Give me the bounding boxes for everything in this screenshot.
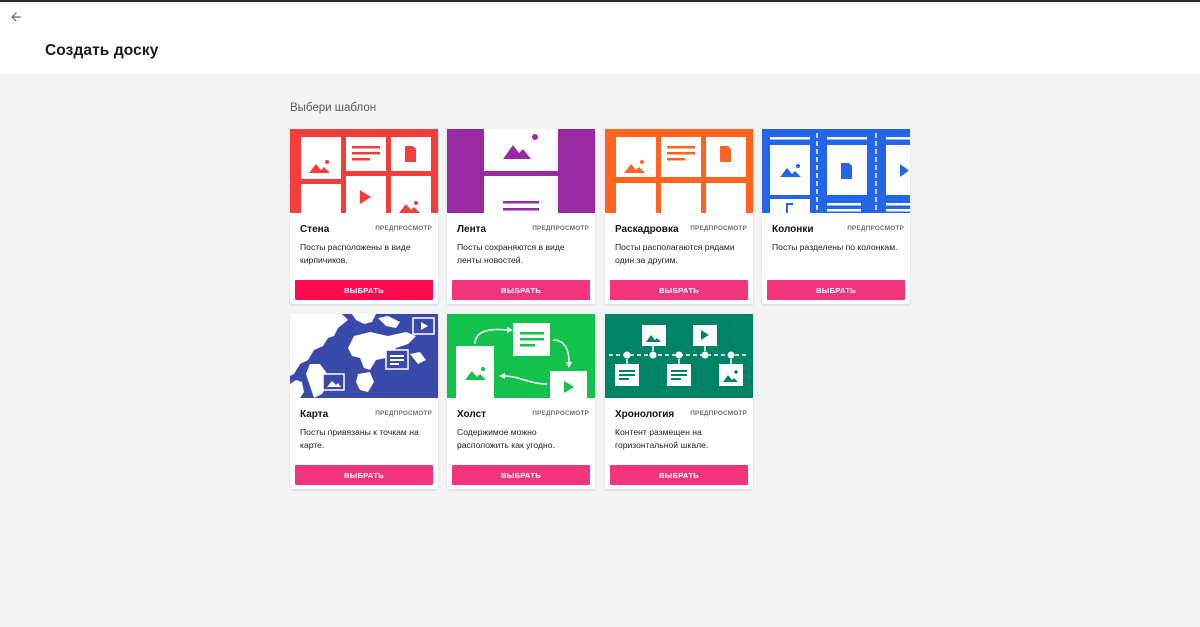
template-name: Карта (300, 409, 329, 420)
template-card-columns: Колонки ПРЕДПРОСМОТР Посты разделены по … (762, 129, 910, 304)
template-description: Посты привязаны к точкам на карте. (300, 427, 419, 450)
template-thumbnail-timeline[interactable] (605, 314, 753, 398)
template-description: Содержимое можно расположить как угодно. (457, 427, 555, 450)
select-button[interactable]: ВЫБРАТЬ (295, 280, 433, 300)
select-button[interactable]: ВЫБРАТЬ (452, 465, 590, 485)
template-card-timeline: Хронология ПРЕДПРОСМОТР Контент размещен… (605, 314, 753, 489)
select-button[interactable]: ВЫБРАТЬ (767, 280, 905, 300)
preview-link[interactable]: ПРЕДПРОСМОТР (690, 225, 747, 232)
template-description: Посты разделены по колонкам. (772, 242, 898, 252)
template-name: Холст (457, 409, 487, 420)
template-card-wall: Стена ПРЕДПРОСМОТР Посты расположены в в… (290, 129, 438, 304)
app-header: Создать доску (0, 2, 1200, 74)
page-title: Создать доску (45, 42, 159, 59)
back-button[interactable] (6, 7, 26, 27)
template-thumbnail-canvas[interactable] (447, 314, 595, 398)
template-description: Посты расположены в виде кирпичиков. (300, 242, 411, 265)
preview-link[interactable]: ПРЕДПРОСМОТР (375, 225, 432, 232)
template-thumbnail-storyboard[interactable] (605, 129, 753, 213)
template-card-stream: Лента ПРЕДПРОСМОТР Посты сохраняются в в… (447, 129, 595, 304)
template-description: Контент размещен на горизонтальной шкале… (615, 427, 709, 450)
select-button[interactable]: ВЫБРАТЬ (610, 465, 748, 485)
template-name: Хронология (615, 409, 675, 420)
preview-link[interactable]: ПРЕДПРОСМОТР (375, 410, 432, 417)
template-description: Посты располагаются рядами один за други… (615, 242, 735, 265)
template-thumbnail-columns[interactable] (762, 129, 910, 213)
template-description: Посты сохраняются в виде ленты новостей. (457, 242, 565, 265)
preview-link[interactable]: ПРЕДПРОСМОТР (847, 225, 904, 232)
preview-link[interactable]: ПРЕДПРОСМОТР (690, 410, 747, 417)
template-thumbnail-stream[interactable] (447, 129, 595, 213)
template-name: Стена (300, 224, 330, 235)
template-thumbnail-wall[interactable] (290, 129, 438, 213)
preview-link[interactable]: ПРЕДПРОСМОТР (532, 225, 589, 232)
section-label: Выбери шаблон (290, 102, 377, 114)
select-button[interactable]: ВЫБРАТЬ (610, 280, 748, 300)
arrow-left-icon (11, 12, 21, 22)
template-name: Раскадровка (615, 224, 679, 235)
preview-link[interactable]: ПРЕДПРОСМОТР (532, 410, 589, 417)
select-button[interactable]: ВЫБРАТЬ (295, 465, 433, 485)
template-card-canvas: Холст ПРЕДПРОСМОТР Содержимое можно расп… (447, 314, 595, 489)
select-button[interactable]: ВЫБРАТЬ (452, 280, 590, 300)
template-card-storyboard: Раскадровка ПРЕДПРОСМОТР Посты располага… (605, 129, 753, 304)
template-name: Колонки (772, 224, 814, 235)
template-name: Лента (457, 224, 487, 235)
template-card-map: Карта ПРЕДПРОСМОТР Посты привязаны к точ… (290, 314, 438, 489)
template-thumbnail-map[interactable] (290, 314, 438, 398)
